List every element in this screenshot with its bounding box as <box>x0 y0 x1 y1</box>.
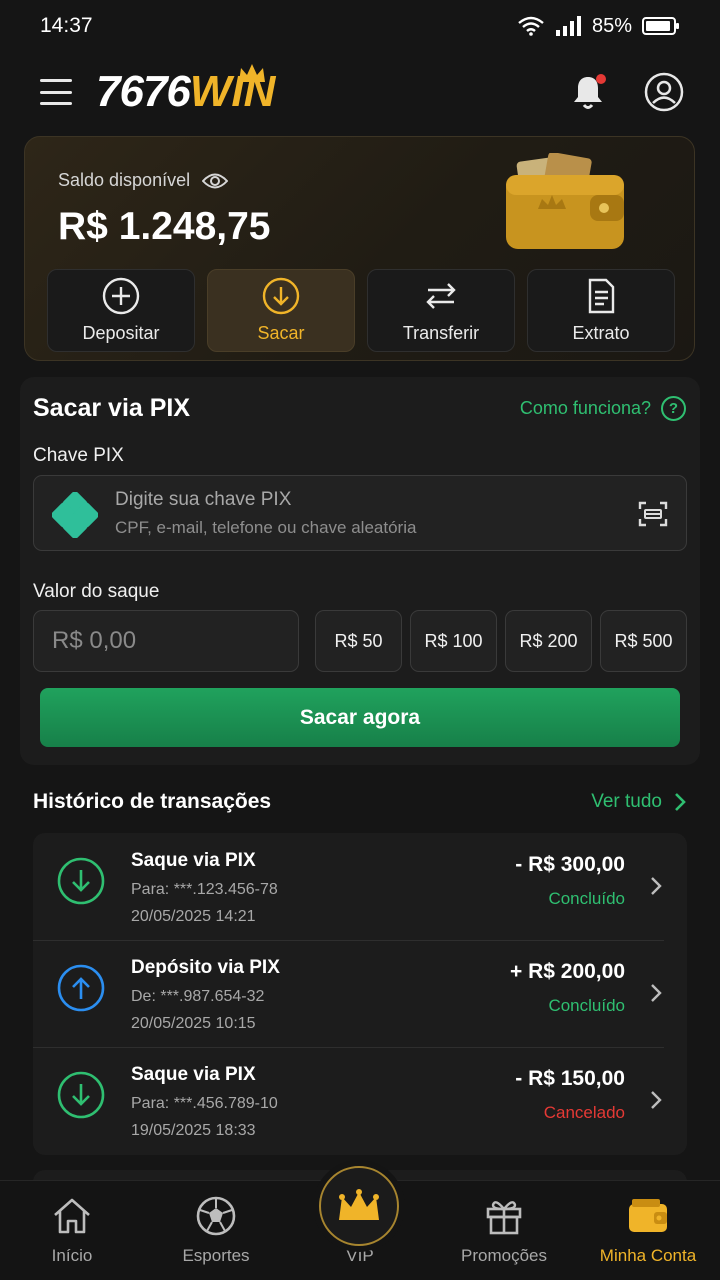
withdraw-button[interactable]: Sacar <box>207 269 355 352</box>
plus-circle-icon <box>102 277 140 315</box>
transaction-status: Concluído <box>548 889 625 908</box>
wifi-icon <box>518 16 544 36</box>
nav-vip-label: VIP <box>346 1246 374 1265</box>
transaction-status: Cancelado <box>543 1103 625 1122</box>
withdraw-now-button[interactable]: Sacar agora <box>40 688 680 747</box>
chevron-right-icon <box>651 984 662 1002</box>
pix-title: Sacar via PIX <box>33 394 191 422</box>
withdraw-arrow-icon <box>57 857 105 905</box>
download-circle-icon <box>262 277 300 315</box>
history-title: Histórico de transações <box>33 790 272 813</box>
crown-icon <box>239 64 266 82</box>
hamburger-menu-icon[interactable] <box>40 79 72 105</box>
transfer-arrows-icon <box>426 283 456 309</box>
transaction-amount: - R$ 150,00 <box>515 1067 625 1090</box>
balance-actions: Depositar Sacar Transferir Extrato <box>47 269 675 352</box>
see-all-link[interactable]: Ver tudo <box>591 791 686 813</box>
app-header: 7676 WIN <box>0 52 720 132</box>
transaction-party: De: ***.987.654-32 <box>131 988 265 1005</box>
nav-promotions-label: Promoções <box>461 1246 547 1265</box>
transaction-status: Concluído <box>548 996 625 1015</box>
transaction-party: Para: ***.123.456-78 <box>131 881 278 898</box>
logo-number: 7676 <box>96 67 191 116</box>
statement-button[interactable]: Extrato <box>527 269 675 352</box>
nav-sports[interactable]: Esportes <box>144 1181 288 1280</box>
wallet-illustration <box>506 153 624 249</box>
pix-withdraw-card: Sacar via PIX Como funciona? ? Chave PIX… <box>20 377 700 765</box>
amount-input[interactable]: R$ 0,00 <box>33 610 299 672</box>
amount-label: Valor do saque <box>33 581 160 602</box>
qr-scan-icon[interactable] <box>638 500 668 528</box>
chevron-right-icon <box>651 877 662 895</box>
notification-badge <box>596 74 606 84</box>
chevron-right-icon <box>651 1091 662 1109</box>
transaction-amount: + R$ 200,00 <box>509 960 625 983</box>
pix-key-label: Chave PIX <box>33 445 124 466</box>
pix-key-hint: CPF, e-mail, telefone ou chave aleatória <box>115 518 417 537</box>
home-icon <box>54 1198 90 1234</box>
balance-amount: R$ 1.248,75 <box>58 205 271 248</box>
quick-amount-50[interactable]: R$ 50 <box>315 610 402 672</box>
battery-percent: 85% <box>591 14 632 37</box>
document-icon <box>588 278 615 314</box>
transaction-row[interactable]: Saque via PIX Para: ***.123.456-78 20/05… <box>33 833 687 940</box>
pix-key-input[interactable]: Digite sua chave PIX CPF, e-mail, telefo… <box>33 475 687 551</box>
soccer-ball-icon <box>196 1196 236 1236</box>
transaction-title: Saque via PIX <box>131 850 256 871</box>
quick-amounts: R$ 50 R$ 100 R$ 200 R$ 500 <box>315 610 687 672</box>
signal-icon <box>555 16 581 36</box>
transaction-date: 19/05/2025 18:33 <box>131 1122 256 1139</box>
brand-logo[interactable]: 7676 WIN <box>96 62 275 122</box>
nav-home-label: Início <box>51 1246 93 1265</box>
transaction-title: Depósito via PIX <box>131 957 280 978</box>
eye-icon[interactable] <box>202 172 229 190</box>
balance-label: Saldo disponível <box>58 170 191 190</box>
chevron-right-icon <box>675 793 686 811</box>
deposit-arrow-icon <box>57 964 105 1012</box>
crown-icon <box>339 1189 379 1220</box>
profile-icon[interactable] <box>644 72 684 112</box>
quick-amount-500[interactable]: R$ 500 <box>600 610 687 672</box>
transaction-row[interactable]: Depósito via PIX De: ***.987.654-32 20/0… <box>33 940 687 1047</box>
wallet-icon <box>629 1199 667 1232</box>
transaction-amount: - R$ 300,00 <box>515 853 625 876</box>
transfer-button[interactable]: Transferir <box>367 269 515 352</box>
how-it-works-link[interactable]: Como funciona? ? <box>520 396 686 421</box>
nav-my-account[interactable]: Minha Conta <box>576 1181 720 1280</box>
how-it-works-label: Como funciona? <box>519 398 651 418</box>
help-icon: ? <box>661 396 686 421</box>
gift-icon <box>486 1201 522 1235</box>
pix-logo-icon <box>52 492 98 538</box>
transaction-party: Para: ***.456.789-10 <box>131 1095 278 1112</box>
pix-key-placeholder: Digite sua chave PIX <box>115 489 292 510</box>
see-all-label: Ver tudo <box>591 791 662 812</box>
transaction-row[interactable]: Saque via PIX Para: ***.456.789-10 19/05… <box>33 1047 687 1154</box>
quick-amount-100[interactable]: R$ 100 <box>410 610 497 672</box>
nav-promotions[interactable]: Promoções <box>432 1181 576 1280</box>
nav-my-account-label: Minha Conta <box>599 1246 697 1265</box>
transaction-date: 20/05/2025 14:21 <box>131 908 256 925</box>
deposit-label: Depositar <box>82 323 160 343</box>
nav-sports-label: Esportes <box>182 1246 250 1265</box>
status-time: 14:37 <box>40 14 93 37</box>
status-bar: 14:37 85% <box>0 0 720 52</box>
withdraw-arrow-icon <box>57 1071 105 1119</box>
statement-label: Extrato <box>572 323 630 343</box>
transfer-label: Transferir <box>402 323 480 343</box>
notifications-button[interactable] <box>570 72 606 112</box>
transaction-title: Saque via PIX <box>131 1064 256 1085</box>
deposit-button[interactable]: Depositar <box>47 269 195 352</box>
balance-card: Saldo disponível R$ 1.248,75 Depositar S… <box>24 136 695 361</box>
nav-home[interactable]: Início <box>0 1181 144 1280</box>
transaction-date: 20/05/2025 10:15 <box>131 1015 256 1032</box>
withdraw-label: Sacar <box>257 323 305 343</box>
battery-icon <box>642 17 679 35</box>
vip-button[interactable] <box>319 1166 399 1246</box>
transaction-list: Saque via PIX Para: ***.123.456-78 20/05… <box>33 833 687 1155</box>
quick-amount-200[interactable]: R$ 200 <box>505 610 592 672</box>
